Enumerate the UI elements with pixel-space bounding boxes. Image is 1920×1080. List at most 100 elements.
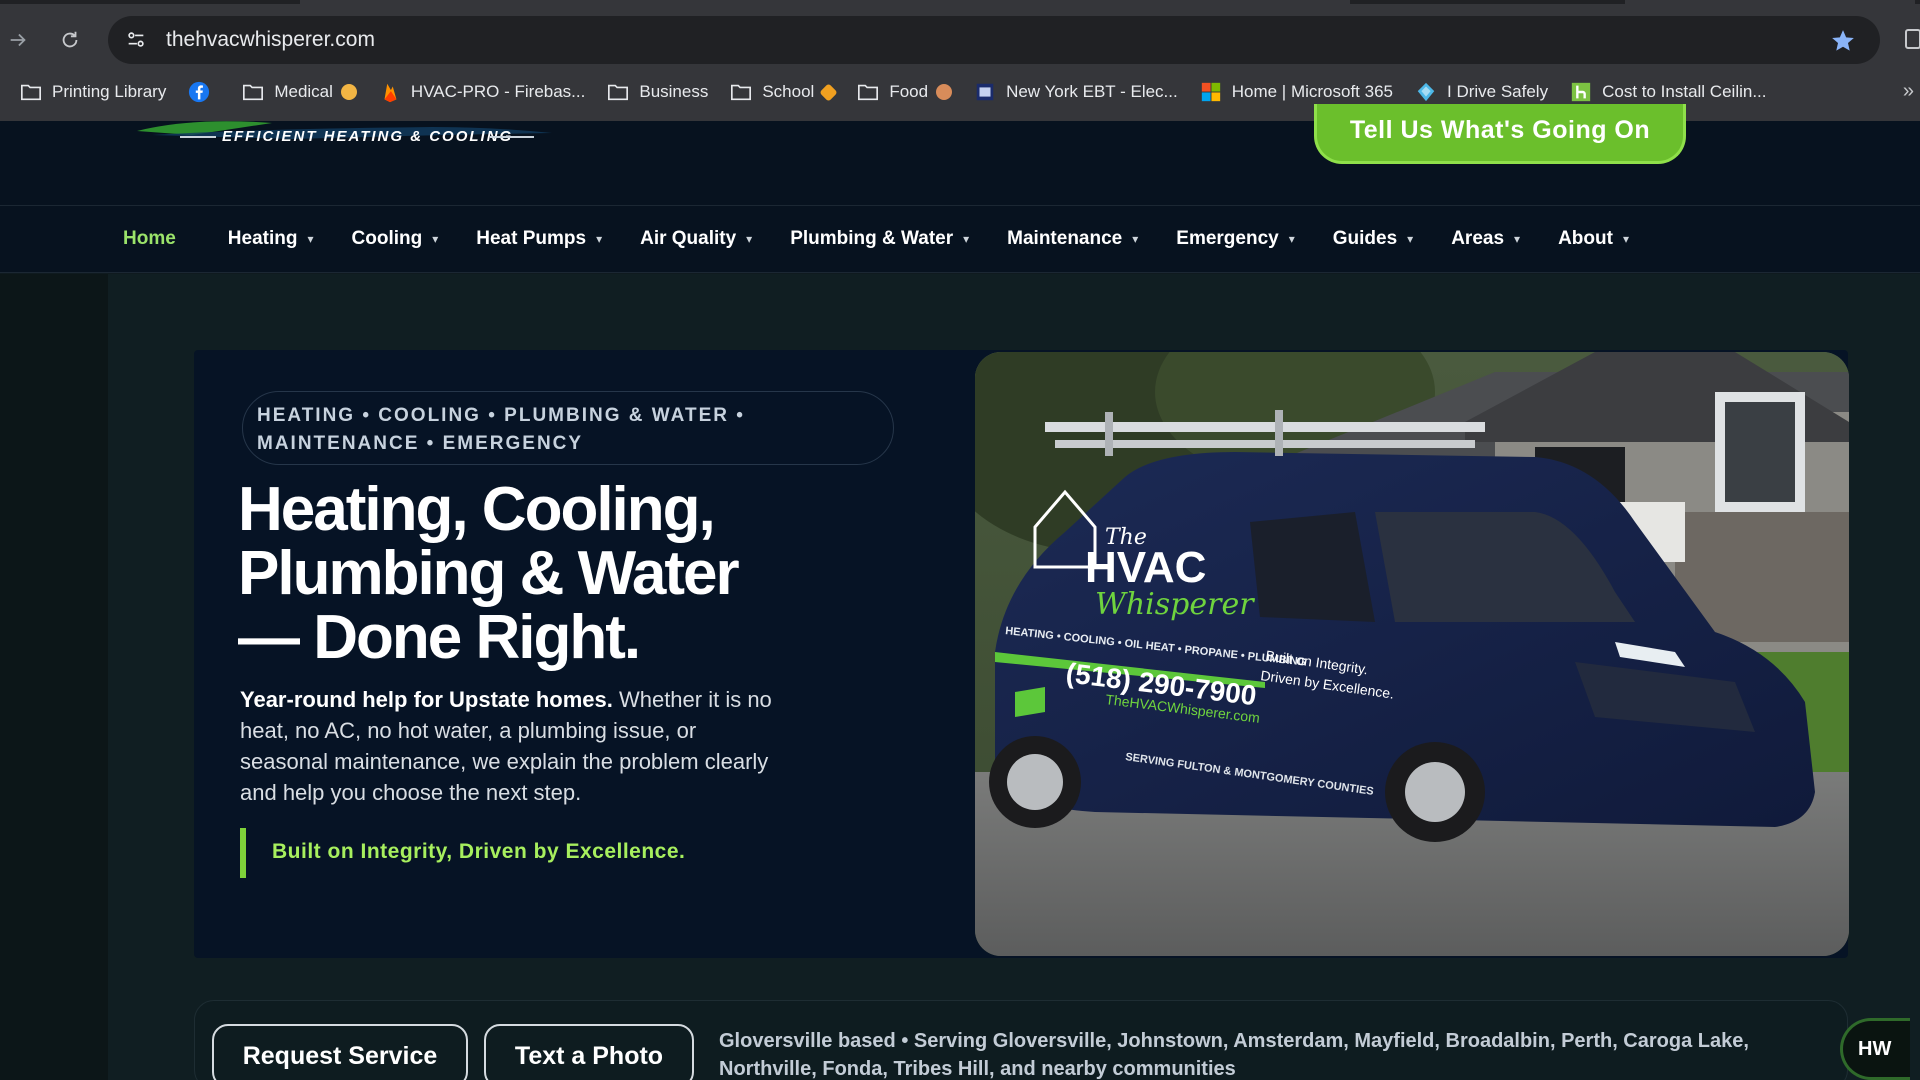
- caret-down-icon: ▾: [432, 232, 439, 246]
- nav-air-quality[interactable]: Air Quality ▾: [640, 228, 752, 250]
- request-service-button[interactable]: Request Service: [212, 1024, 468, 1080]
- hero-tagline: Built on Integrity, Driven by Excellence…: [272, 840, 686, 863]
- bookmark-food[interactable]: Food: [857, 81, 953, 103]
- nav-guides[interactable]: Guides ▾: [1333, 228, 1413, 250]
- main-nav: Home Heating ▾ Cooling ▾ Heat Pumps ▾ Air Q…: [0, 205, 1920, 273]
- diamond-icon: [819, 82, 839, 102]
- nav-home[interactable]: Home: [123, 228, 176, 250]
- bookmark-label: Food: [889, 82, 929, 101]
- caret-down-icon: ▾: [1407, 232, 1414, 246]
- description-lead: Year-round help for Upstate homes.: [240, 687, 613, 712]
- nav-label: Maintenance: [1007, 228, 1123, 249]
- nav-label: Emergency: [1176, 228, 1279, 249]
- microsoft-icon: [1200, 81, 1222, 103]
- caret-down-icon: ▾: [746, 232, 753, 246]
- site-info-button[interactable]: [112, 16, 160, 64]
- browser-chrome: thehvacwhisperer.com Printing Library Me…: [0, 0, 1920, 121]
- hero-headline: Heating, Cooling, Plumbing & Water — Don…: [238, 478, 798, 670]
- reload-button[interactable]: [52, 22, 88, 58]
- idrivesafely-icon: [1415, 81, 1437, 103]
- nav-label: Cooling: [351, 228, 423, 249]
- tell-us-button[interactable]: Tell Us What's Going On: [1314, 104, 1686, 164]
- emoji-icon: [340, 84, 357, 100]
- nav-heating[interactable]: Heating ▾: [228, 228, 314, 250]
- text-a-photo-button[interactable]: Text a Photo: [484, 1024, 694, 1080]
- bookmark-cost-to-install[interactable]: Cost to Install Ceilin...: [1570, 81, 1767, 103]
- folder-icon: [607, 81, 629, 103]
- nav-emergency[interactable]: Emergency ▾: [1176, 228, 1294, 250]
- bookmark-label: Medical: [274, 82, 333, 101]
- reload-icon: [62, 31, 78, 48]
- extensions-icon[interactable]: [1902, 26, 1920, 52]
- caret-down-icon: ▾: [1514, 232, 1521, 246]
- bookmark-medical[interactable]: Medical: [242, 81, 357, 103]
- nav-maintenance[interactable]: Maintenance ▾: [1007, 228, 1138, 250]
- folder-icon: [242, 81, 264, 103]
- tune-icon: [128, 32, 144, 47]
- service-areas-text: Gloversville based • Serving Gloversvill…: [719, 1030, 1749, 1080]
- facebook-icon: [188, 81, 210, 103]
- nav-label: Heat Pumps: [476, 228, 587, 249]
- headline-line: — Done Right.: [238, 603, 641, 672]
- caret-down-icon: ▾: [596, 232, 603, 246]
- nav-cooling[interactable]: Cooling ▾: [352, 228, 439, 250]
- nav-label: About: [1558, 228, 1613, 249]
- bookmark-microsoft-365[interactable]: Home | Microsoft 365: [1200, 81, 1393, 103]
- firebase-icon: [379, 81, 401, 103]
- bookmark-i-drive-safely[interactable]: I Drive Safely: [1415, 81, 1548, 103]
- bookmark-school[interactable]: School: [730, 81, 839, 103]
- bookmark-label: School: [762, 82, 815, 101]
- headline-line: Heating, Cooling,: [238, 475, 716, 544]
- nav-label: Air Quality: [640, 228, 737, 249]
- bookmark-label: Home | Microsoft 365: [1231, 82, 1393, 101]
- tab-strip: [0, 0, 1920, 4]
- pill-line: HEATING • COOLING • PLUMBING & WATER •: [257, 405, 745, 426]
- arrow-right-icon: [10, 33, 26, 47]
- nav-plumbing-water[interactable]: Plumbing & Water ▾: [790, 228, 969, 250]
- bookmark-business[interactable]: Business: [607, 81, 708, 103]
- homeadvisor-icon: [1570, 81, 1592, 103]
- bookmark-label: Printing Library: [52, 82, 167, 101]
- caret-down-icon: ▾: [1132, 232, 1139, 246]
- logo-tagline: EFFICIENT HEATING & COOLING: [222, 128, 514, 145]
- chat-widget-button[interactable]: HW: [1840, 1018, 1910, 1080]
- bookmark-star-icon[interactable]: [1830, 28, 1856, 54]
- bookmarks-overflow-button[interactable]: »: [1903, 80, 1914, 103]
- bookmark-label: Cost to Install Ceilin...: [1602, 82, 1767, 101]
- logo-rule-left: [180, 136, 216, 138]
- nav-about[interactable]: About ▾: [1558, 228, 1629, 250]
- bookmark-hvac-pro[interactable]: HVAC-PRO - Firebas...: [379, 81, 585, 103]
- nav-label: Home: [123, 228, 176, 249]
- bookmark-printing-library[interactable]: Printing Library: [20, 81, 166, 103]
- left-gutter: [0, 274, 108, 1080]
- caret-down-icon: ▾: [1622, 232, 1629, 246]
- headline-line: Plumbing & Water: [238, 539, 740, 608]
- logo-rule-right: [490, 136, 534, 138]
- hero-description: Year-round help for Upstate homes. Wheth…: [240, 684, 780, 808]
- bookmark-ny-ebt[interactable]: New York EBT - Elec...: [974, 81, 1178, 103]
- bookmark-label: New York EBT - Elec...: [1006, 82, 1178, 101]
- van-text-whisperer: Whisperer: [1095, 587, 1255, 622]
- hero-van-photo: The HVAC Whisperer HEATING • COOLING • O…: [975, 352, 1849, 956]
- nav-areas[interactable]: Areas ▾: [1451, 228, 1520, 250]
- forward-button[interactable]: [0, 22, 36, 58]
- bookmark-facebook[interactable]: [188, 81, 220, 103]
- caret-down-icon: ▾: [963, 232, 970, 246]
- url-text[interactable]: thehvacwhisperer.com: [166, 28, 375, 52]
- food-emoji-icon: [936, 84, 953, 100]
- nav-label: Areas: [1451, 228, 1505, 249]
- nav-heat-pumps[interactable]: Heat Pumps ▾: [476, 228, 602, 250]
- address-bar[interactable]: thehvacwhisperer.com: [108, 16, 1880, 64]
- ebt-icon: [974, 81, 996, 103]
- services-pill: HEATING • COOLING • PLUMBING & WATER • M…: [242, 391, 894, 465]
- bookmark-label: I Drive Safely: [1447, 82, 1549, 101]
- nav-label: Guides: [1332, 228, 1398, 249]
- folder-icon: [857, 81, 879, 103]
- bookmark-label: Business: [639, 82, 709, 101]
- tagline-accent-bar: [240, 828, 246, 878]
- nav-label: Heating: [227, 228, 298, 249]
- van-text-hvac: HVAC: [1085, 543, 1206, 592]
- caret-down-icon: ▾: [307, 232, 314, 246]
- pill-line: MAINTENANCE • EMERGENCY: [257, 433, 584, 454]
- caret-down-icon: ▾: [1288, 232, 1295, 246]
